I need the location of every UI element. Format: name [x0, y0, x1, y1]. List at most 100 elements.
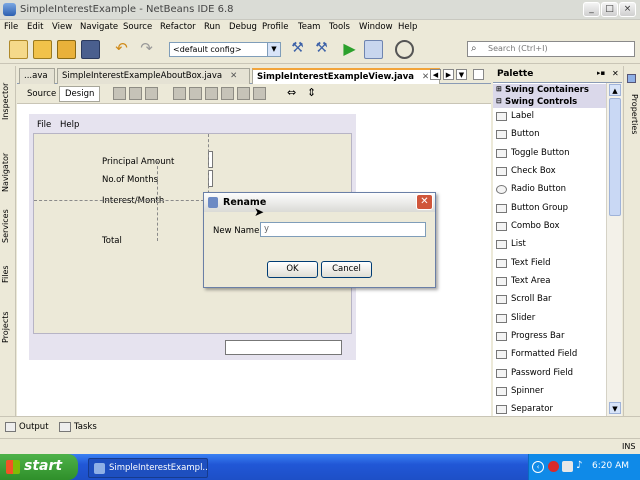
- side-tab-properties[interactable]: Properties: [625, 86, 639, 142]
- palette-item-text-area[interactable]: Text Area: [493, 273, 606, 291]
- align-top-icon[interactable]: [221, 87, 234, 100]
- principal-amount-label[interactable]: Principal Amount: [102, 157, 174, 167]
- palette-menu-icon[interactable]: ▸▪: [597, 69, 605, 77]
- palette-item-separator[interactable]: Separator: [493, 401, 606, 416]
- security-alert-icon[interactable]: [548, 461, 559, 472]
- interest-per-month-label[interactable]: Interest/Month: [102, 196, 164, 206]
- menu-navigate[interactable]: Navigate: [80, 22, 118, 32]
- cancel-button[interactable]: Cancel: [321, 261, 372, 278]
- menu-tools[interactable]: Tools: [329, 22, 350, 32]
- output-tab[interactable]: Output: [19, 422, 49, 432]
- connection-mode-icon[interactable]: [129, 87, 142, 100]
- scroll-up-icon[interactable]: ▲: [609, 84, 621, 96]
- selection-mode-icon[interactable]: [113, 87, 126, 100]
- search-input[interactable]: ⌕ Search (Ctrl+I): [467, 41, 635, 57]
- form-menu-file[interactable]: File: [37, 120, 51, 130]
- center-horizontally-icon[interactable]: [205, 87, 218, 100]
- palette-item-spinner[interactable]: Spinner: [493, 383, 606, 401]
- menu-team[interactable]: Team: [298, 22, 320, 32]
- palette-item-label[interactable]: Label: [493, 108, 606, 126]
- side-tab-files[interactable]: Files: [1, 258, 15, 290]
- align-right-icon[interactable]: [189, 87, 202, 100]
- menu-view[interactable]: View: [52, 22, 72, 32]
- status-field[interactable]: [225, 340, 342, 355]
- clean-build-icon[interactable]: ⚒: [312, 40, 331, 59]
- close-icon[interactable]: ✕: [416, 194, 433, 210]
- new-file-icon[interactable]: [9, 40, 28, 59]
- palette-item-password-field[interactable]: Password Field: [493, 365, 606, 383]
- center-vertically-icon[interactable]: [253, 87, 266, 100]
- align-bottom-icon[interactable]: [237, 87, 250, 100]
- close-tab-icon[interactable]: ✕: [422, 72, 429, 82]
- months-label[interactable]: No.of Months: [102, 175, 158, 185]
- menu-profile[interactable]: Profile: [262, 22, 288, 32]
- show-open-documents-icon[interactable]: ▼: [456, 69, 467, 80]
- build-hammer-icon[interactable]: ⚒: [288, 40, 307, 59]
- change-horizontal-resizability-icon[interactable]: ⇔: [287, 87, 300, 100]
- open-project-icon[interactable]: [57, 40, 76, 59]
- scroll-down-icon[interactable]: ▼: [609, 402, 621, 414]
- palette-category-swing-controls[interactable]: ⊟ Swing Controls: [493, 96, 606, 108]
- close-tab-icon[interactable]: ✕: [230, 71, 237, 81]
- editor-tab-java[interactable]: ...ava: [19, 68, 55, 84]
- total-label[interactable]: Total: [102, 236, 122, 246]
- maximize-button[interactable]: □: [601, 2, 618, 17]
- align-left-icon[interactable]: [173, 87, 186, 100]
- palette-item-formatted-field[interactable]: Formatted Field: [493, 346, 606, 364]
- menu-refactor[interactable]: Refactor: [160, 22, 196, 32]
- start-button[interactable]: start: [0, 454, 78, 480]
- menu-debug[interactable]: Debug: [229, 22, 257, 32]
- taskbar-item-netbeans[interactable]: SimpleInterestExampl...: [88, 458, 208, 478]
- maximize-editor-icon[interactable]: [473, 69, 484, 80]
- editor-tab-view[interactable]: SimpleInterestExampleView.java ✕: [252, 68, 440, 84]
- menu-file[interactable]: File: [4, 22, 18, 32]
- palette-item-combo-box[interactable]: Combo Box: [493, 218, 606, 236]
- menu-window[interactable]: Window: [359, 22, 393, 32]
- palette-item-toggle-button[interactable]: Toggle Button: [493, 145, 606, 163]
- change-vertical-resizability-icon[interactable]: ⇕: [307, 87, 320, 100]
- palette-item-button-group[interactable]: Button Group: [493, 200, 606, 218]
- close-palette-icon[interactable]: ✕: [612, 69, 619, 78]
- new-name-input[interactable]: y: [260, 222, 426, 237]
- minimize-button[interactable]: _: [583, 2, 600, 17]
- debug-icon[interactable]: [364, 40, 383, 59]
- palette-scrollbar[interactable]: ▲ ▼: [606, 83, 622, 416]
- form-menu-help[interactable]: Help: [60, 120, 79, 130]
- redo-icon[interactable]: ↷: [137, 40, 156, 59]
- scroll-thumb[interactable]: [609, 98, 621, 216]
- tray-collapse-icon[interactable]: ‹: [532, 461, 544, 473]
- network-icon[interactable]: [562, 461, 573, 472]
- palette-item-scroll-bar[interactable]: Scroll Bar: [493, 291, 606, 309]
- undo-icon[interactable]: ↶: [112, 40, 131, 59]
- save-all-icon[interactable]: [81, 40, 100, 59]
- palette-item-radio-button[interactable]: Radio Button: [493, 181, 606, 199]
- scroll-tabs-right-icon[interactable]: ▶: [443, 69, 454, 80]
- volume-icon[interactable]: ♪: [576, 461, 587, 472]
- config-select[interactable]: <default config> ▼: [169, 42, 281, 57]
- preview-design-icon[interactable]: [145, 87, 158, 100]
- close-window-button[interactable]: ×: [619, 2, 636, 17]
- editor-tab-aboutbox[interactable]: SimpleInterestExampleAboutBox.java ✕: [57, 68, 250, 84]
- side-tab-projects[interactable]: Projects: [1, 302, 15, 352]
- ok-button[interactable]: OK: [267, 261, 318, 278]
- menu-help[interactable]: Help: [398, 22, 417, 32]
- palette-item-check-box[interactable]: Check Box: [493, 163, 606, 181]
- side-tab-inspector[interactable]: Inspector: [1, 74, 15, 128]
- side-tab-services[interactable]: Services: [1, 204, 15, 248]
- design-mode-button[interactable]: Design: [59, 86, 101, 102]
- palette-category-swing-containers[interactable]: ⊞ Swing Containers: [493, 84, 606, 96]
- palette-item-text-field[interactable]: Text Field: [493, 255, 606, 273]
- palette-item-list[interactable]: List: [493, 236, 606, 254]
- source-mode-button[interactable]: Source: [21, 86, 62, 102]
- menu-source[interactable]: Source: [123, 22, 152, 32]
- run-icon[interactable]: ▶: [340, 40, 359, 59]
- scroll-tabs-left-icon[interactable]: ◀: [430, 69, 441, 80]
- palette-item-progress-bar[interactable]: Progress Bar: [493, 328, 606, 346]
- menu-run[interactable]: Run: [204, 22, 220, 32]
- tasks-tab[interactable]: Tasks: [74, 422, 97, 432]
- new-project-icon[interactable]: [33, 40, 52, 59]
- profile-icon[interactable]: [395, 40, 414, 59]
- palette-item-button[interactable]: Button: [493, 126, 606, 144]
- side-tab-navigator[interactable]: Navigator: [1, 142, 15, 202]
- menu-edit[interactable]: Edit: [27, 22, 43, 32]
